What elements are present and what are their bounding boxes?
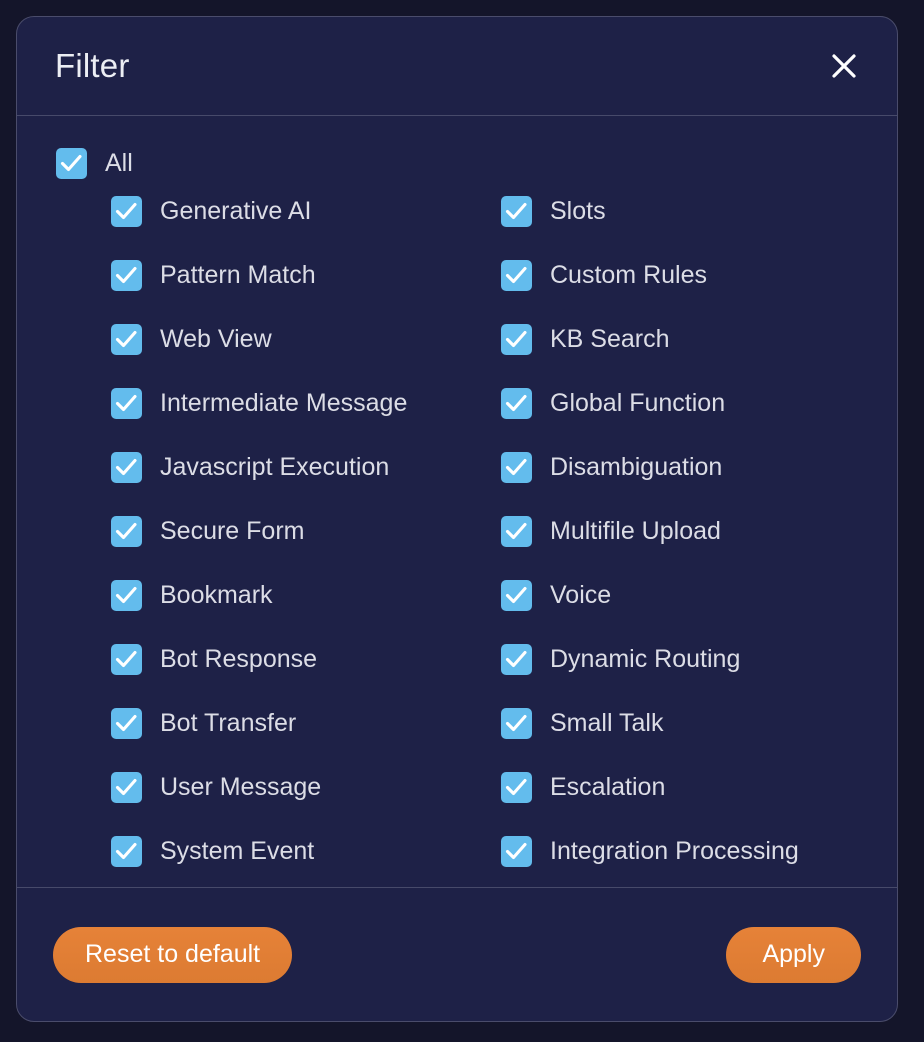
checkbox[interactable]: [111, 516, 142, 547]
checkbox-label-all: All: [105, 148, 133, 177]
checkbox[interactable]: [111, 708, 142, 739]
checkbox-label: Javascript Execution: [160, 453, 390, 481]
checkbox-label: Bookmark: [160, 581, 273, 609]
checkbox-row-all[interactable]: All: [56, 147, 897, 179]
checkbox[interactable]: [111, 580, 142, 611]
checkbox-label: Custom Rules: [550, 261, 707, 289]
checkbox-label: Small Talk: [550, 709, 664, 737]
checkbox-label: Generative AI: [160, 197, 312, 225]
checkbox[interactable]: [501, 196, 532, 227]
dialog-footer: Reset to default Apply: [17, 887, 897, 1021]
checkbox-row[interactable]: Global Function: [501, 388, 897, 419]
checkbox-label: KB Search: [550, 325, 670, 353]
checkbox-label: Secure Form: [160, 517, 305, 545]
close-icon: [829, 51, 859, 81]
checkbox[interactable]: [501, 580, 532, 611]
checkbox-row[interactable]: Bot Transfer: [111, 708, 501, 739]
checkbox-row[interactable]: Secure Form: [111, 516, 501, 547]
checkbox-label: Escalation: [550, 773, 666, 801]
checkbox[interactable]: [111, 196, 142, 227]
apply-button[interactable]: Apply: [726, 926, 861, 983]
checkbox-row[interactable]: Dynamic Routing: [501, 644, 897, 675]
checkbox-label: System Event: [160, 837, 315, 865]
dialog-header: Filter: [17, 17, 897, 116]
checkbox-row[interactable]: Slots: [501, 196, 897, 227]
checkbox[interactable]: [111, 772, 142, 803]
checkbox-label: Bot Transfer: [160, 709, 297, 737]
checkbox[interactable]: [501, 772, 532, 803]
checkbox[interactable]: [501, 516, 532, 547]
checkbox-row[interactable]: Web View: [111, 324, 501, 355]
checkbox-all[interactable]: [56, 147, 87, 179]
dialog-body: All Generative AI Slots Pattern Match Custo…: [17, 116, 897, 887]
checkbox[interactable]: [501, 644, 532, 675]
checkbox-row[interactable]: Bot Response: [111, 644, 501, 675]
checkbox[interactable]: [501, 836, 532, 867]
checkbox[interactable]: [111, 324, 142, 355]
checkbox-label: User Message: [160, 773, 322, 801]
checkbox-label: Integration Processing: [550, 837, 799, 865]
checkbox[interactable]: [111, 260, 142, 291]
checkbox[interactable]: [501, 388, 532, 419]
checkbox[interactable]: [501, 324, 532, 355]
checkbox-label: Dynamic Routing: [550, 645, 741, 673]
checkbox-label: Voice: [550, 581, 612, 609]
checkbox-row[interactable]: Small Talk: [501, 708, 897, 739]
checkbox-label: Slots: [550, 197, 606, 225]
checkbox-row[interactable]: System Event: [111, 836, 501, 867]
checkbox-row[interactable]: User Message: [111, 772, 501, 803]
checkbox[interactable]: [501, 452, 532, 483]
checkbox[interactable]: [501, 708, 532, 739]
checkbox-row[interactable]: Custom Rules: [501, 260, 897, 291]
checkbox-row[interactable]: KB Search: [501, 324, 897, 355]
checkbox-row[interactable]: Pattern Match: [111, 260, 501, 291]
checkbox[interactable]: [111, 452, 142, 483]
filter-dialog: Filter All Generative AI Slots Pattern Mat…: [16, 16, 898, 1022]
checkbox[interactable]: [111, 836, 142, 867]
close-button[interactable]: [823, 45, 865, 87]
checkbox-label: Disambiguation: [550, 453, 723, 481]
checkbox-label: Bot Response: [160, 645, 318, 673]
checkbox-row[interactable]: Voice: [501, 580, 897, 611]
filter-options-grid: Generative AI Slots Pattern Match Custom Ru…: [111, 196, 897, 867]
checkbox-row[interactable]: Escalation: [501, 772, 897, 803]
checkbox-label: Pattern Match: [160, 261, 316, 289]
checkbox-label: Web View: [160, 325, 272, 353]
checkbox[interactable]: [111, 644, 142, 675]
checkbox[interactable]: [111, 388, 142, 419]
checkbox-label: Intermediate Message: [160, 389, 408, 417]
checkbox-row[interactable]: Integration Processing: [501, 836, 897, 867]
checkbox-row[interactable]: Multifile Upload: [501, 516, 897, 547]
checkbox-label: Global Function: [550, 389, 726, 417]
checkbox-row[interactable]: Generative AI: [111, 196, 501, 227]
checkbox-row[interactable]: Javascript Execution: [111, 452, 501, 483]
checkbox-row[interactable]: Disambiguation: [501, 452, 897, 483]
checkbox-row[interactable]: Bookmark: [111, 580, 501, 611]
checkbox-row[interactable]: Intermediate Message: [111, 388, 501, 419]
checkbox[interactable]: [501, 260, 532, 291]
checkbox-label: Multifile Upload: [550, 517, 721, 545]
reset-to-default-button[interactable]: Reset to default: [53, 926, 293, 983]
page-title: Filter: [55, 47, 130, 84]
